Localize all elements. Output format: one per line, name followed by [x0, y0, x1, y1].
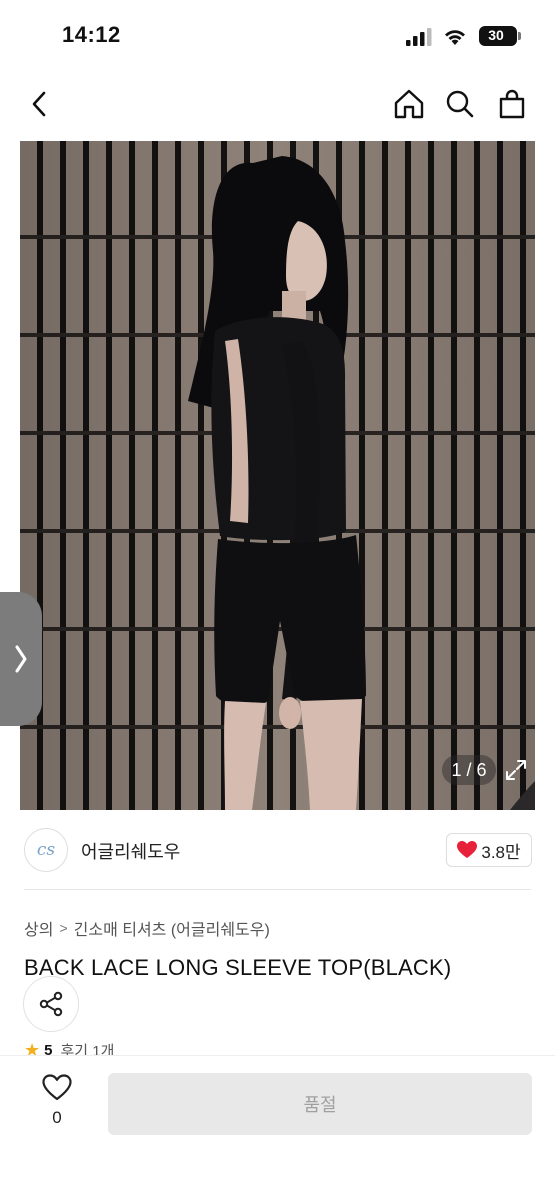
- wishlist-count: 0: [52, 1108, 62, 1127]
- signal-icon: [406, 28, 432, 46]
- bottom-bar: 0 품절: [0, 1055, 555, 1200]
- like-count: 3.8만: [481, 842, 521, 862]
- status-time: 14:12: [62, 22, 121, 47]
- heart-icon: [457, 841, 478, 858]
- nav-bar: [0, 72, 555, 136]
- chevron-right-icon: [15, 645, 27, 673]
- seller-row[interactable]: cs 어글리쉐도우 3.8만: [24, 826, 532, 878]
- cart-button[interactable]: [492, 84, 532, 124]
- battery-level: 30: [488, 27, 504, 43]
- home-button[interactable]: [389, 84, 429, 124]
- product-image[interactable]: [20, 141, 535, 810]
- seller-logo[interactable]: cs: [24, 828, 68, 872]
- next-image-button[interactable]: [0, 592, 42, 726]
- shopping-bag-icon: [499, 89, 525, 119]
- product-title: BACK LACE LONG SLEEVE TOP(BLACK): [24, 955, 452, 980]
- wifi-icon: [445, 30, 465, 45]
- divider: [24, 889, 531, 890]
- image-counter: 1 / 6: [442, 755, 496, 785]
- search-button[interactable]: [440, 84, 480, 124]
- share-icon: [39, 991, 63, 1017]
- chevron-right-icon: >: [59, 920, 68, 936]
- back-button[interactable]: [20, 84, 60, 124]
- breadcrumb-category[interactable]: 상의: [24, 916, 53, 940]
- seller-name[interactable]: 어글리쉐도우: [81, 838, 180, 864]
- share-button[interactable]: [23, 976, 79, 1032]
- battery-cap: [518, 32, 521, 40]
- like-button[interactable]: 3.8만: [446, 833, 532, 867]
- expand-image-button[interactable]: [500, 754, 532, 786]
- back-icon: [32, 91, 46, 117]
- battery-icon: 30: [479, 26, 517, 46]
- soldout-button: 품절: [108, 1073, 532, 1135]
- expand-icon: [506, 760, 526, 780]
- breadcrumb-subcategory[interactable]: 긴소매 티셔츠 (어글리쉐도우): [74, 916, 270, 940]
- heart-outline-icon: [42, 1074, 72, 1101]
- product-photo: [20, 141, 535, 810]
- search-icon: [446, 90, 474, 118]
- wishlist-button[interactable]: 0: [36, 1074, 78, 1134]
- status-bar: 14:12 30: [0, 0, 555, 72]
- breadcrumb: 상의 > 긴소매 티셔츠 (어글리쉐도우): [24, 916, 270, 940]
- home-icon: [394, 89, 424, 119]
